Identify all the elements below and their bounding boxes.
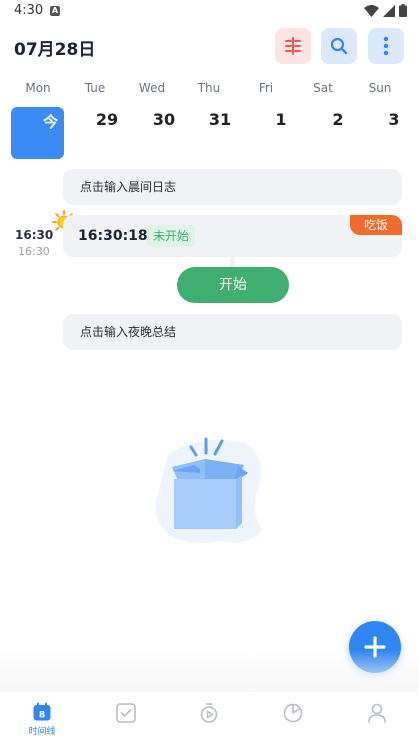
weekday-label: Tue xyxy=(84,81,106,95)
start-button[interactable]: 开始 xyxy=(177,267,289,303)
nav-item-stats[interactable] xyxy=(251,692,335,744)
signal-icon xyxy=(383,4,395,17)
search-icon xyxy=(330,37,348,55)
more-vertical-icon xyxy=(383,36,389,56)
task-card[interactable]: 16:30:18 未开始 吃饭 xyxy=(63,215,402,257)
bottom-fade xyxy=(0,650,419,692)
status-icons xyxy=(364,4,407,17)
morning-journal-card[interactable]: 点击输入晨间日志 xyxy=(63,169,402,205)
battery-icon xyxy=(399,4,407,17)
checkbox-icon xyxy=(116,703,136,723)
day-cell[interactable]: 2 xyxy=(312,110,364,129)
calendar-badge: 8 xyxy=(39,711,45,721)
nav-item-timeline[interactable]: 8 时间线 xyxy=(0,692,84,744)
notification-icon: A xyxy=(50,6,60,16)
task-countdown: 16:30:18 xyxy=(78,228,148,244)
day-cell[interactable]: 3 xyxy=(368,110,419,129)
page-title-date[interactable]: 07月28日 xyxy=(14,35,95,60)
status-badge: 未开始 xyxy=(147,225,196,247)
nav-item-todo[interactable] xyxy=(84,692,168,744)
day-cell[interactable]: 29 xyxy=(81,110,133,129)
calendar-icon: 8 xyxy=(33,702,51,721)
task-category-tag: 吃饭 xyxy=(350,215,402,235)
weekday-label: Fri xyxy=(258,81,274,95)
weekday-label: Thu xyxy=(197,81,221,95)
evening-summary-card[interactable]: 点击输入夜晚总结 xyxy=(63,314,402,350)
pie-chart-icon xyxy=(283,703,303,723)
card-connector xyxy=(230,257,235,267)
day-cell[interactable]: 30 xyxy=(138,110,190,129)
timeline-view-button[interactable] xyxy=(275,28,311,64)
weekday-label: Sun xyxy=(368,81,392,95)
nav-item-profile[interactable] xyxy=(335,692,419,744)
nav-item-label: 时间线 xyxy=(28,727,56,737)
today-label: 今 xyxy=(42,113,58,131)
day-cell-today[interactable]: 今 xyxy=(11,107,64,159)
weekday-label: Sat xyxy=(313,81,333,95)
nav-item-timer[interactable] xyxy=(167,692,251,744)
empty-box-illustration xyxy=(155,437,262,543)
bottom-nav: 8 时间线 xyxy=(0,692,419,744)
task-start-time: 16:30 xyxy=(15,228,54,242)
stopwatch-icon xyxy=(200,703,218,723)
weekday-label: Mon xyxy=(25,81,51,95)
day-cell[interactable]: 1 xyxy=(255,110,307,129)
task-end-time: 16:30 xyxy=(18,245,50,258)
search-button[interactable] xyxy=(321,28,357,64)
status-bar: 4:30 A xyxy=(0,0,419,22)
more-options-button[interactable] xyxy=(368,28,404,64)
user-icon xyxy=(368,703,386,723)
day-cell[interactable]: 31 xyxy=(194,110,246,129)
wifi-icon xyxy=(364,4,379,17)
weekday-label: Wed xyxy=(138,81,166,95)
timeline-icon xyxy=(285,37,301,55)
status-time: 4:30 xyxy=(14,3,44,18)
